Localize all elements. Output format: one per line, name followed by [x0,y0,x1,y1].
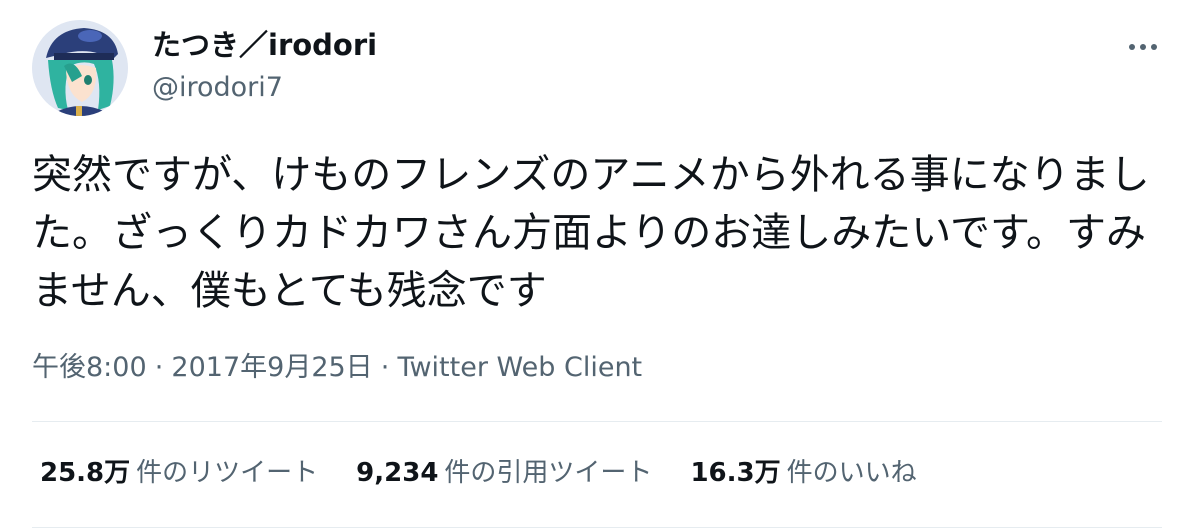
retweets-stat[interactable]: 25.8万 件のリツイート [40,453,318,493]
likes-stat[interactable]: 16.3万 件のいいね [690,453,916,493]
quotes-count: 9,234 [356,458,439,488]
tweet-date[interactable]: 2017年9月25日 [171,352,372,383]
likes-label: 件のいいね [786,458,917,488]
author-handle[interactable]: @irodori7 [152,70,283,106]
author-display-name[interactable]: たつき／irodori [152,26,377,64]
tweet-time[interactable]: 午後8:00 [32,352,147,383]
tweet-text: 突然ですが、けものフレンズのアニメから外れる事になりました。ざっくりカドカワさん… [32,152,1150,314]
divider [32,421,1162,422]
meta-separator: · [380,352,390,383]
avatar-icon [32,20,128,116]
quotes-stat[interactable]: 9,234 件の引用ツイート [356,453,652,493]
more-options-button[interactable] [1122,30,1164,64]
divider [32,527,1162,528]
tweet-stats: 25.8万 件のリツイート 9,234 件の引用ツイート 16.3万 件のいいね [40,453,955,493]
avatar[interactable] [32,20,128,116]
tweet-meta: 午後8:00 · 2017年9月25日 · Twitter Web Client [32,348,642,388]
more-horizontal-icon [1129,44,1157,50]
retweets-count: 25.8万 [40,458,131,488]
retweets-label: 件のリツイート [136,458,319,488]
quotes-label: 件の引用ツイート [444,458,653,488]
tweet-source[interactable]: Twitter Web Client [397,352,642,383]
tweet-card: たつき／irodori @irodori7 突然ですが、けものフレンズのアニメか… [0,0,1187,531]
meta-separator: · [154,352,164,383]
likes-count: 16.3万 [690,458,781,488]
